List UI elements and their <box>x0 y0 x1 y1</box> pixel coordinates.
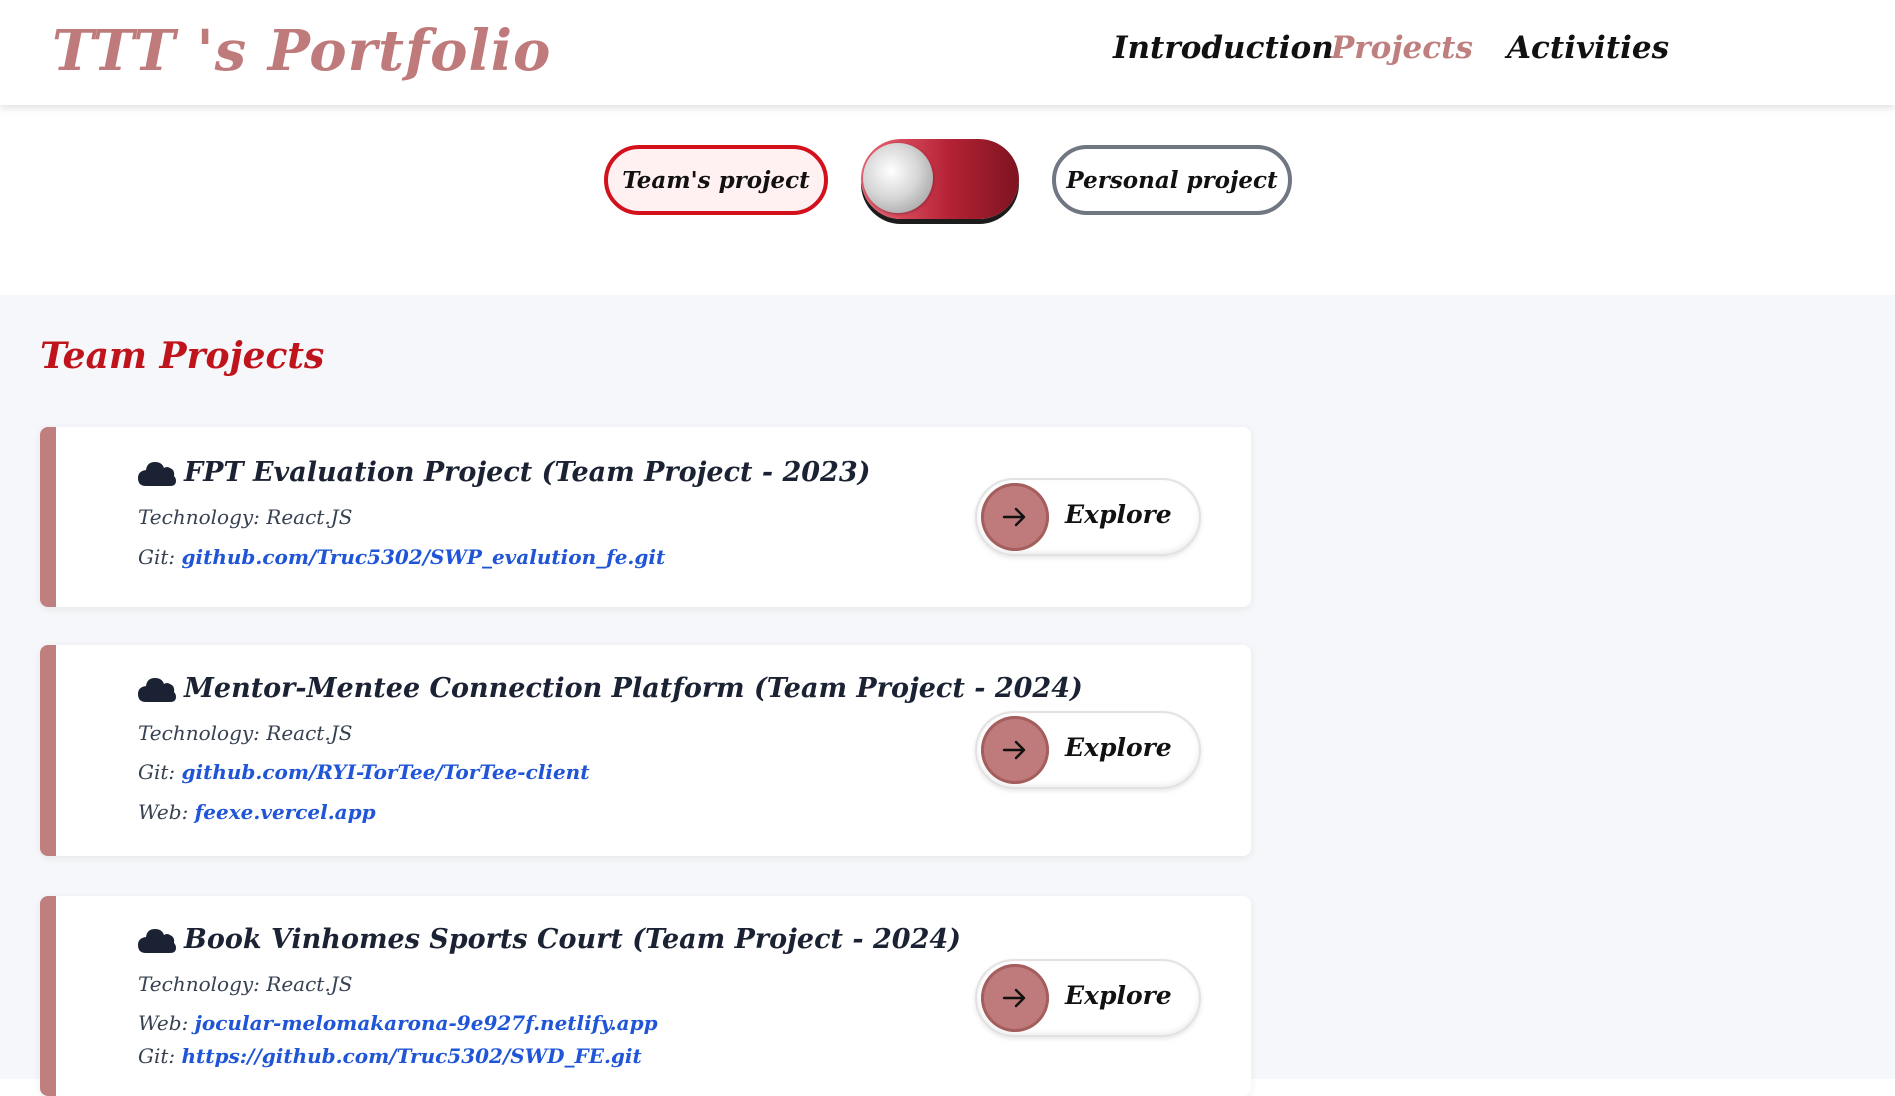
main-content: Team Projects FPT Evaluation Project (Te… <box>0 295 1895 1096</box>
project-card: FPT Evaluation Project (Team Project - 2… <box>40 427 1251 607</box>
project-card: Book Vinhomes Sports Court (Team Project… <box>40 896 1251 1096</box>
explore-button[interactable]: Explore <box>975 959 1201 1037</box>
project-technology: Technology: React.JS <box>138 505 353 529</box>
project-title: Book Vinhomes Sports Court (Team Project… <box>138 924 961 955</box>
git-link[interactable]: github.com/Truc5302/SWP_evalution_fe.git <box>182 545 666 569</box>
project-title-text: FPT Evaluation Project (Team Project - 2… <box>184 457 871 488</box>
explore-button[interactable]: Explore <box>975 478 1201 556</box>
project-card: Mentor-Mentee Connection Platform (Team … <box>40 645 1251 856</box>
explore-label: Explore <box>1065 500 1172 529</box>
team-project-button[interactable]: Team's project <box>604 145 828 215</box>
project-type-switch[interactable] <box>861 139 1019 219</box>
project-git: Git: https://github.com/Truc5302/SWD_FE.… <box>138 1044 642 1068</box>
arrow-right-icon <box>981 716 1049 784</box>
arrow-right-icon <box>981 964 1049 1032</box>
project-technology: Technology: React.JS <box>138 972 353 996</box>
switch-knob[interactable] <box>863 143 933 213</box>
arrow-right-icon <box>981 483 1049 551</box>
project-title: Mentor-Mentee Connection Platform (Team … <box>138 673 1083 704</box>
site-logo[interactable]: TTT 's Portfolio <box>52 18 551 84</box>
top-header: TTT 's Portfolio Introduction Projects A… <box>0 0 1895 105</box>
project-technology: Technology: React.JS <box>138 721 353 745</box>
project-git: Git: github.com/Truc5302/SWP_evalution_f… <box>138 545 666 569</box>
explore-label: Explore <box>1065 981 1172 1010</box>
git-link[interactable]: github.com/RYI-TorTee/TorTee-client <box>182 760 590 784</box>
project-type-toggle-bar: Team's project Personal project <box>0 105 1895 295</box>
git-link[interactable]: https://github.com/Truc5302/SWD_FE.git <box>182 1044 642 1068</box>
project-web: Web: jocular-melomakarona-9e927f.netlify… <box>138 1011 658 1035</box>
nav-introduction[interactable]: Introduction <box>1113 30 1334 66</box>
project-title-text: Mentor-Mentee Connection Platform (Team … <box>184 673 1083 704</box>
web-link[interactable]: feexe.vercel.app <box>195 800 376 824</box>
cloud-icon <box>138 677 176 702</box>
section-title: Team Projects <box>40 335 325 377</box>
explore-label: Explore <box>1065 733 1172 762</box>
explore-button[interactable]: Explore <box>975 711 1201 789</box>
project-web: Web: feexe.vercel.app <box>138 800 376 824</box>
web-link[interactable]: jocular-melomakarona-9e927f.netlify.app <box>195 1011 658 1035</box>
project-title-text: Book Vinhomes Sports Court (Team Project… <box>184 924 961 955</box>
project-git: Git: github.com/RYI-TorTee/TorTee-client <box>138 760 590 784</box>
cloud-icon <box>138 928 176 953</box>
personal-project-button[interactable]: Personal project <box>1052 145 1292 215</box>
nav-activities[interactable]: Activities <box>1507 30 1669 66</box>
project-title: FPT Evaluation Project (Team Project - 2… <box>138 457 870 488</box>
nav-projects[interactable]: Projects <box>1331 30 1473 66</box>
cloud-icon <box>138 461 176 486</box>
